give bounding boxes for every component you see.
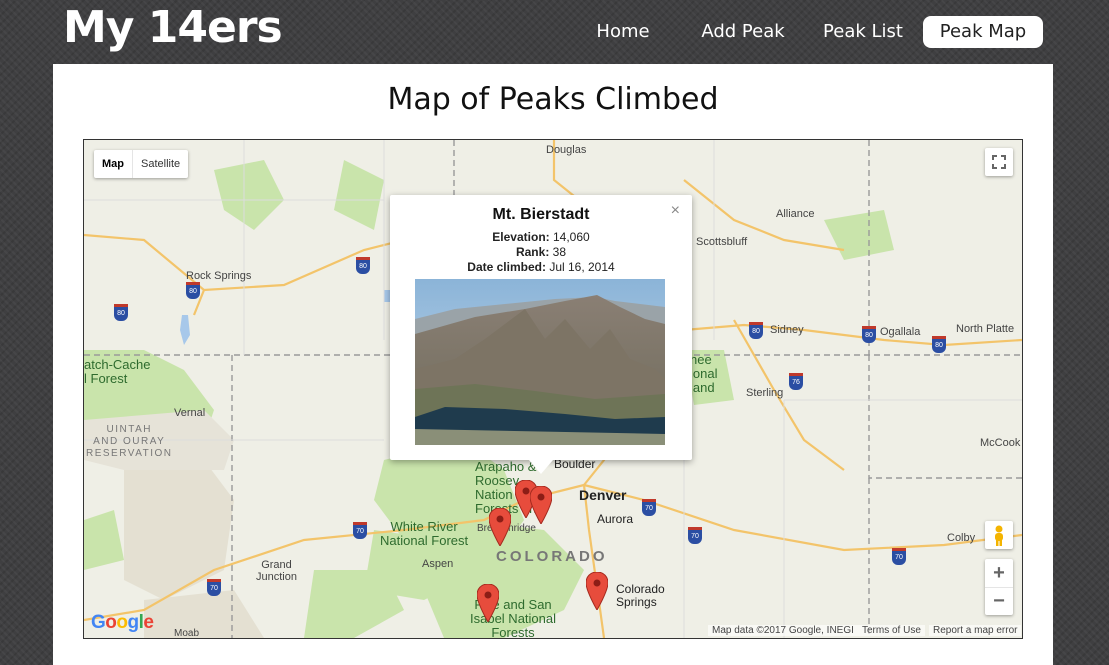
nav-add-peak[interactable]: Add Peak [695, 16, 791, 48]
elevation-value: 14,060 [553, 230, 590, 244]
zoom-out-button[interactable]: − [985, 588, 1013, 615]
rank-row: Rank: 38 [390, 245, 692, 259]
pegman-icon [995, 525, 1003, 546]
interstate-shield: 76 [789, 373, 803, 390]
nav-home[interactable]: Home [585, 16, 661, 48]
date-value: Jul 16, 2014 [549, 260, 615, 274]
label-aspen: Aspen [422, 558, 454, 570]
peak-map[interactable]: Douglas Alliance Scottsbluff Rock Spring… [83, 139, 1023, 639]
info-window-tail [529, 460, 553, 474]
rank-label: Rank: [515, 245, 550, 259]
zoom-in-button[interactable]: + [985, 559, 1013, 588]
label-mccook: McCook [980, 437, 1021, 449]
label-aurora: Aurora [597, 512, 634, 526]
google-logo[interactable]: Google [91, 612, 154, 634]
label-white-river: White River National Forest [380, 519, 469, 548]
label-colorado: COLORADO [496, 548, 608, 565]
peak-marker[interactable] [477, 584, 499, 622]
peak-marker[interactable] [586, 572, 608, 610]
map-type-control: Map Satellite [94, 150, 189, 178]
interstate-shield: 70 [892, 548, 906, 565]
nav-peak-list[interactable]: Peak List [815, 16, 911, 48]
label-rock-springs: Rock Springs [186, 270, 252, 282]
interstate-shield: 80 [114, 304, 128, 321]
content-panel: Map of Peaks Climbed Douglas Alliance Sc… [53, 64, 1053, 665]
label-ashley-forest: atch-Cache l Forest [84, 357, 151, 386]
peak-info-window: × Mt. Bierstadt Elevation: 14,060 Rank: … [390, 195, 692, 474]
label-colby: Colby [947, 532, 976, 544]
map-data-attribution: Map data ©2017 Google, INEGI [708, 625, 858, 636]
fullscreen-icon [992, 155, 1006, 169]
peak-photo [415, 279, 665, 445]
interstate-shield: 70 [688, 527, 702, 544]
interstate-shield: 70 [353, 522, 367, 539]
elevation-row: Elevation: 14,060 [390, 230, 692, 244]
fullscreen-button[interactable] [985, 148, 1013, 176]
main-nav: Home Add Peak Peak List Peak Map [0, 16, 1109, 48]
elevation-label: Elevation: [492, 230, 550, 244]
interstate-shield: 80 [186, 282, 200, 299]
label-douglas: Douglas [546, 144, 587, 156]
label-pawnee-grassland: nee ional land [690, 352, 718, 395]
label-uintah-reservation: UINTAH AND OURAY RESERVATION [86, 424, 173, 459]
label-alliance: Alliance [776, 208, 815, 220]
date-row: Date climbed: Jul 16, 2014 [390, 260, 692, 274]
label-vernal: Vernal [174, 407, 206, 419]
map-type-map[interactable]: Map [94, 150, 133, 178]
label-grand-junction: Grand Junction [256, 559, 297, 583]
terms-of-use-link[interactable]: Terms of Use [858, 625, 925, 636]
peak-marker[interactable] [489, 508, 511, 546]
label-moab: Moab [174, 628, 200, 639]
label-ogallala: Ogallala [880, 326, 921, 338]
peak-marker[interactable] [530, 486, 552, 524]
interstate-shield: 70 [207, 579, 221, 596]
label-north-platte: North Platte [956, 323, 1015, 335]
interstate-shield: 80 [862, 326, 876, 343]
interstate-shield: 80 [356, 257, 370, 274]
report-map-error-link[interactable]: Report a map error [929, 625, 1022, 636]
page-title: Map of Peaks Climbed [387, 82, 719, 117]
rank-value: 38 [552, 245, 567, 259]
map-type-satellite[interactable]: Satellite [133, 150, 188, 178]
peak-name: Mt. Bierstadt [492, 206, 590, 223]
nav-peak-map[interactable]: Peak Map [923, 16, 1043, 48]
date-label: Date climbed: [467, 260, 546, 274]
interstate-shield: 80 [749, 322, 763, 339]
street-view-button[interactable] [985, 521, 1013, 549]
interstate-shield: 70 [642, 499, 656, 516]
zoom-control: + − [985, 559, 1013, 615]
label-colorado-springs: Colorado Springs [616, 582, 665, 609]
label-sidney: Sidney [770, 324, 804, 336]
interstate-shield: 80 [932, 336, 946, 353]
label-sterling: Sterling [746, 387, 784, 399]
label-scottsbluff: Scottsbluff [696, 236, 748, 248]
label-denver: Denver [579, 487, 627, 503]
